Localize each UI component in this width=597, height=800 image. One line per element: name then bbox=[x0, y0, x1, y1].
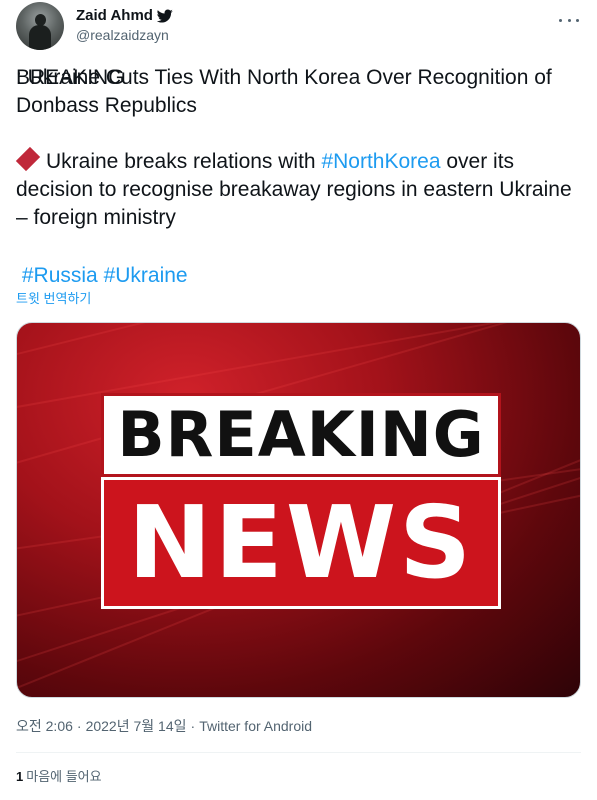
breaking-banner-text: BREAKING bbox=[117, 398, 485, 471]
author-name-block: Zaid Ahmd @realzaidzayn bbox=[76, 6, 173, 45]
news-banner: NEWS bbox=[101, 477, 501, 609]
tweet-header: Zaid Ahmd @realzaidzayn bbox=[16, 2, 581, 52]
likes-count: 1 bbox=[16, 769, 24, 784]
tweet-time[interactable]: 오전 2:06 bbox=[16, 716, 73, 736]
tweet-source[interactable]: Twitter for Android bbox=[199, 716, 312, 736]
more-options-icon[interactable] bbox=[559, 10, 579, 30]
avatar[interactable] bbox=[16, 2, 64, 50]
translate-tweet-link[interactable]: 트윗 번역하기 bbox=[16, 291, 91, 307]
tweet-media-image[interactable]: BREAKING NEWS bbox=[16, 322, 581, 698]
divider bbox=[16, 752, 581, 753]
hashtag-russia-link[interactable]: #Russia bbox=[22, 264, 98, 287]
red-diamond-icon bbox=[15, 146, 41, 172]
body-text-before: Ukraine breaks relations with bbox=[46, 150, 322, 173]
tweet-date[interactable]: 2022년 7월 14일 bbox=[86, 716, 187, 736]
hashtag-northkorea-link[interactable]: #NorthKorea bbox=[321, 150, 440, 173]
likes-stat[interactable]: 1 마음에 들어요 bbox=[16, 767, 102, 787]
more-dot bbox=[559, 18, 562, 22]
more-dot bbox=[567, 18, 571, 22]
meta-separator: · bbox=[190, 718, 196, 734]
ukraine-flag-icon bbox=[129, 68, 155, 86]
tweet-paragraph-2: Ukraine breaks relations with #NorthKore… bbox=[15, 146, 581, 232]
breaking-prefix: BREAKING bbox=[16, 66, 125, 89]
likes-label: 마음에 들어요 bbox=[26, 769, 102, 784]
more-dot bbox=[576, 18, 579, 22]
news-banner-text: NEWS bbox=[127, 484, 475, 601]
author-display-name[interactable]: Zaid Ahmd bbox=[76, 6, 153, 26]
hashtag-ukraine-link[interactable]: #Ukraine bbox=[104, 264, 188, 287]
author-handle[interactable]: @realzaidzayn bbox=[76, 26, 173, 45]
tweet-text: BREAKING: Ukraine Cuts Ties With North K… bbox=[15, 64, 581, 287]
tweet-paragraph-1: BREAKING bbox=[16, 64, 159, 92]
twitter-bird-icon bbox=[156, 8, 173, 24]
author-display-name-row[interactable]: Zaid Ahmd bbox=[76, 6, 173, 26]
avatar-figure-body bbox=[29, 25, 51, 50]
tweet-metadata: 오전 2:06 · 2022년 7월 14일 · Twitter for And… bbox=[16, 716, 312, 736]
tweet-paragraph-3: #Russia #Ukraine bbox=[16, 262, 188, 290]
breaking-banner: BREAKING bbox=[101, 393, 501, 477]
meta-separator: · bbox=[76, 718, 82, 734]
